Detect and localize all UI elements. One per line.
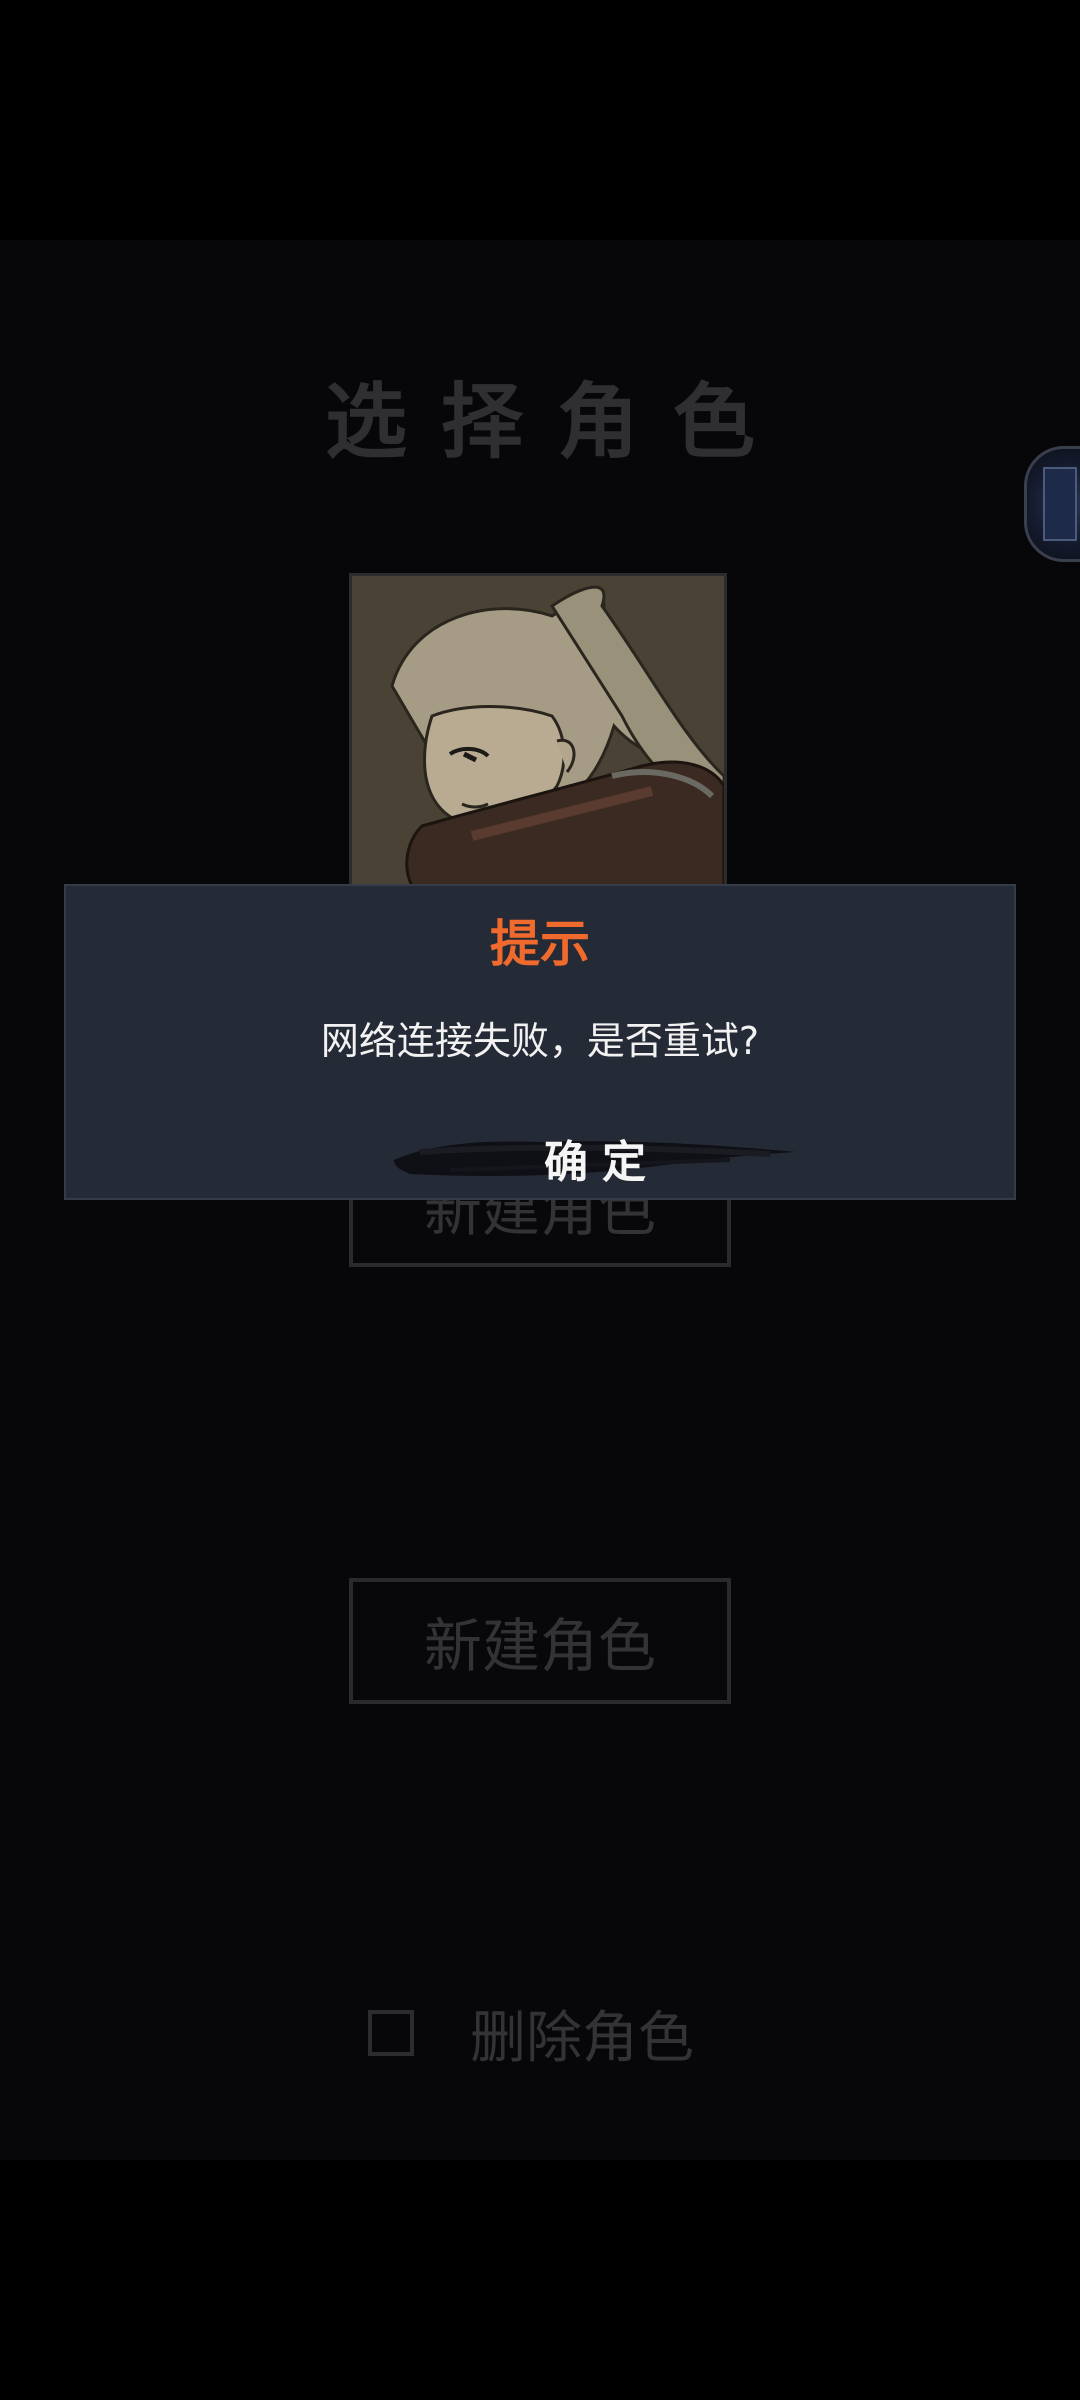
delete-character-toggle[interactable]: 删除角色 (368, 1998, 728, 2071)
dialog-message: 网络连接失败，是否重试? (320, 1019, 760, 1063)
side-panel-tab-icon[interactable] (1024, 446, 1080, 562)
app-root: 选择角色 新建角色 新建角色 删除角色 提示 网络连接失败，是否重试? 确定 (0, 0, 1080, 2400)
confirm-label: 确定 (544, 1137, 660, 1188)
dialog-title: 提示 (490, 915, 590, 973)
delete-character-label: 删除角色 (470, 2005, 694, 2071)
page-title: 选择角色 (324, 374, 789, 470)
side-panel-inner (1043, 467, 1077, 541)
delete-checkbox[interactable] (368, 2010, 414, 2056)
confirm-button[interactable]: 确定 (390, 1122, 800, 1194)
character-portrait-illustration (352, 576, 724, 886)
alert-dialog: 提示 网络连接失败，是否重试? 确定 (64, 884, 1016, 1200)
character-portrait (352, 576, 724, 886)
new-character-button[interactable]: 新建角色 (349, 1578, 731, 1704)
